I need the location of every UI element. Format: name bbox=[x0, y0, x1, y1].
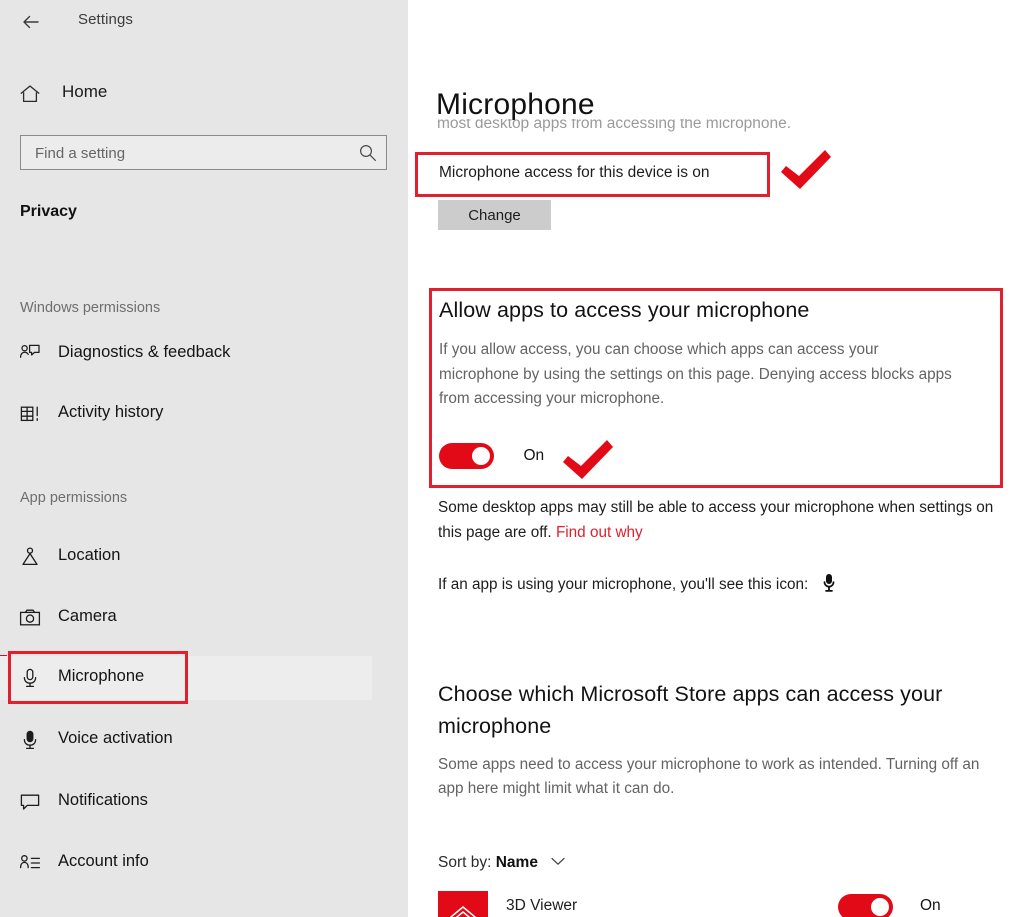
app-toggle-state: On bbox=[920, 897, 941, 914]
app-name: 3D Viewer bbox=[506, 897, 578, 914]
allow-apps-toggle[interactable] bbox=[439, 443, 494, 469]
sidebar-item-camera-label: Camera bbox=[58, 607, 117, 625]
sort-by-value: Name bbox=[495, 854, 538, 871]
sidebar-item-microphone[interactable]: Microphone bbox=[0, 656, 372, 700]
app-toggle[interactable] bbox=[838, 894, 893, 917]
window-title: Settings bbox=[78, 11, 133, 28]
microphone-icon bbox=[821, 573, 837, 593]
3d-viewer-tile-icon bbox=[438, 891, 488, 917]
sort-by-prefix: Sort by: bbox=[438, 854, 492, 871]
allow-apps-description: If you allow access, you can choose whic… bbox=[439, 341, 952, 407]
home-icon bbox=[18, 82, 42, 106]
sidebar-item-location-label: Location bbox=[58, 546, 121, 564]
sidebar-item-microphone-label: Microphone bbox=[58, 667, 145, 685]
desktop-apps-note: Some desktop apps may still be able to a… bbox=[438, 496, 998, 545]
search-icon[interactable] bbox=[358, 143, 377, 162]
toggle-knob bbox=[472, 447, 490, 465]
desktop-apps-note-text: Some desktop apps may still be able to a… bbox=[438, 499, 994, 541]
sidebar-item-notifications-label: Notifications bbox=[58, 791, 148, 809]
search-box[interactable] bbox=[20, 135, 387, 171]
choose-apps-heading: Choose which Microsoft Store apps can ac… bbox=[438, 682, 943, 738]
find-out-why-link[interactable]: Find out why bbox=[556, 524, 643, 541]
notification-balloon-icon bbox=[18, 790, 42, 814]
sidebar-item-camera[interactable]: Camera bbox=[0, 596, 372, 640]
sidebar-item-voice-activation[interactable]: Voice activation bbox=[0, 718, 372, 762]
sidebar-group-windows-permissions: Windows permissions bbox=[20, 300, 161, 316]
sidebar-item-diagnostics-feedback-label: Diagnostics & feedback bbox=[58, 343, 231, 361]
main-content: Microphone most desktop apps from access… bbox=[408, 0, 1024, 917]
allow-apps-toggle-state: On bbox=[523, 447, 545, 464]
choose-apps-description: Some apps need to access your microphone… bbox=[438, 756, 980, 797]
sidebar-item-voice-activation-label: Voice activation bbox=[58, 729, 173, 747]
using-microphone-note-text: If an app is using your microphone, you'… bbox=[438, 576, 809, 593]
using-microphone-note: If an app is using your microphone, you'… bbox=[438, 573, 837, 594]
sidebar-category-title: Privacy bbox=[20, 203, 77, 220]
sidebar-item-notifications[interactable]: Notifications bbox=[0, 780, 372, 824]
toggle-knob bbox=[871, 898, 889, 916]
sidebar-item-home[interactable]: Home bbox=[0, 76, 360, 112]
search-input[interactable] bbox=[33, 136, 357, 171]
allow-apps-toggle-row: On bbox=[439, 443, 544, 477]
chevron-down-icon[interactable] bbox=[551, 853, 565, 865]
voice-activation-icon bbox=[18, 728, 42, 752]
change-button[interactable]: Change bbox=[438, 200, 551, 230]
account-info-icon bbox=[18, 851, 42, 875]
sidebar-item-home-label: Home bbox=[62, 82, 108, 101]
sidebar-item-location[interactable]: Location bbox=[0, 535, 372, 579]
activity-history-icon bbox=[18, 402, 42, 426]
app-list-item: 3D Viewer On bbox=[438, 891, 998, 917]
settings-sidebar: Settings Home Privacy Windows permission… bbox=[0, 0, 408, 917]
device-access-status: Microphone access for this device is on bbox=[439, 164, 710, 181]
sidebar-group-app-permissions: App permissions bbox=[20, 490, 128, 506]
sidebar-item-activity-history-label: Activity history bbox=[58, 403, 164, 421]
microphone-icon bbox=[18, 666, 42, 690]
camera-icon bbox=[18, 606, 42, 630]
sort-by-dropdown[interactable]: Sort by: Name bbox=[438, 853, 565, 872]
feedback-person-icon bbox=[18, 342, 42, 366]
location-pin-icon bbox=[18, 545, 42, 569]
back-arrow-icon[interactable] bbox=[18, 9, 44, 35]
sidebar-item-activity-history[interactable]: Activity history bbox=[0, 392, 372, 436]
allow-apps-heading: Allow apps to access your microphone bbox=[439, 298, 810, 322]
page-title: Microphone bbox=[436, 88, 595, 122]
sidebar-item-account-info[interactable]: Account info bbox=[0, 841, 372, 885]
sidebar-header: Settings bbox=[0, 0, 408, 42]
sidebar-item-account-info-label: Account info bbox=[58, 852, 149, 870]
sidebar-item-diagnostics-feedback[interactable]: Diagnostics & feedback bbox=[0, 332, 372, 376]
